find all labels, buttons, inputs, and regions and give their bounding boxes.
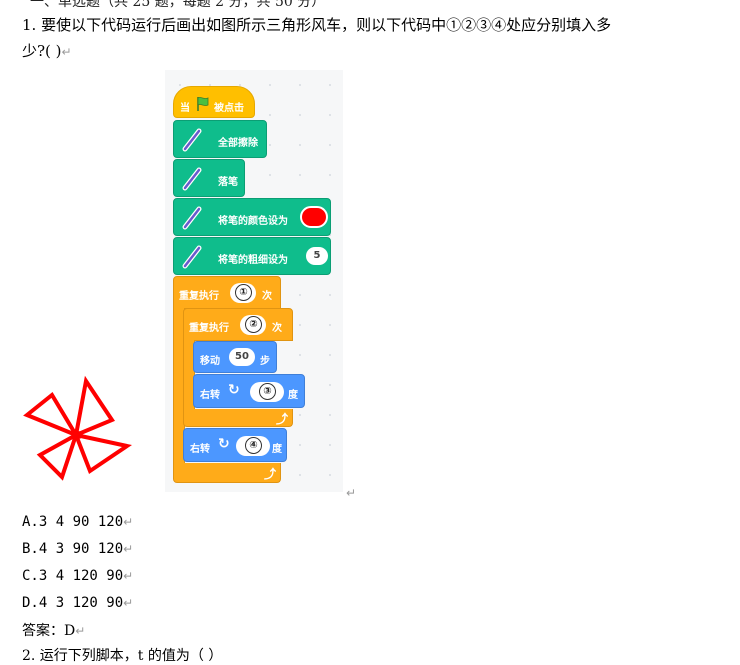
windmill-blade: [73, 375, 116, 439]
turn-right-label: 右转: [200, 390, 220, 401]
times-label: 次: [272, 323, 282, 334]
return-mark: ↵: [123, 569, 134, 583]
move-steps-block[interactable]: 移动 50 步: [193, 341, 277, 373]
when-flag-clicked-block[interactable]: 当 被点击: [173, 86, 255, 118]
set-pen-color-block[interactable]: 将笔的颜色设为: [173, 198, 331, 236]
green-flag-icon: [197, 97, 209, 111]
pen-color-swatch[interactable]: [300, 206, 328, 228]
windmill-blade: [72, 432, 132, 475]
set-color-label: 将笔的颜色设为: [218, 216, 288, 227]
slot-4-input[interactable]: ④: [245, 437, 262, 454]
option-b-text: B.4 3 90 120: [22, 541, 124, 557]
slot-2-input[interactable]: ②: [245, 316, 262, 333]
question-1-line-1: 1. 要使以下代码运行后画出如图所示三角形风车，则以下代码中①②③④处应分别填入…: [22, 12, 611, 38]
question-1-line-2: 少?( )↵: [22, 38, 72, 65]
steps-label: 步: [260, 356, 270, 367]
return-mark: ↵: [123, 596, 134, 610]
return-mark: ↵: [75, 624, 86, 638]
outer-repeat-foot: ⤴: [173, 463, 281, 483]
erase-all-block[interactable]: 全部擦除: [173, 120, 267, 158]
option-b[interactable]: B.4 3 90 120↵: [22, 541, 133, 557]
loop-arrow-icon: ⤴: [276, 412, 289, 426]
repeat-label: 重复执行: [179, 291, 219, 302]
return-mark: ↵: [346, 486, 357, 500]
clicked-label: 被点击: [214, 103, 244, 114]
option-c[interactable]: C.3 4 120 90↵: [22, 568, 133, 584]
return-mark: ↵: [61, 45, 72, 59]
turn-right-block-outer[interactable]: 右转 ↻ ④ 度: [183, 428, 287, 462]
when-label: 当: [180, 103, 190, 114]
option-d-text: D.4 3 120 90: [22, 595, 124, 611]
answer-line: 答案：D↵: [22, 620, 85, 640]
rotate-clockwise-icon: ↻: [228, 382, 240, 398]
degrees-label: 度: [288, 390, 298, 401]
pen-down-label: 落笔: [218, 177, 238, 188]
question-2-fragment: 2. 运行下列脚本，t 的值为（ ）: [22, 648, 223, 664]
pen-down-block[interactable]: 落笔: [173, 159, 245, 197]
windmill-blade: [23, 392, 81, 440]
set-pen-size-block[interactable]: 将笔的粗细设为 5: [173, 237, 331, 275]
option-a-text: A.3 4 90 120: [22, 514, 124, 530]
section-header: 一、单选题（共 25 题，每题 2 分，共 50 分）: [30, 0, 326, 10]
pen-icon: [182, 245, 202, 269]
turn-right-label: 右转: [190, 444, 210, 455]
pen-size-input[interactable]: 5: [306, 247, 328, 265]
inner-repeat-block[interactable]: 重复执行 ② 次: [183, 308, 293, 341]
times-label: 次: [262, 291, 272, 302]
windmill-figure: [23, 375, 132, 481]
set-size-label: 将笔的粗细设为: [218, 255, 288, 266]
pen-icon: [182, 206, 202, 230]
question-1-text: 1. 要使以下代码运行后画出如图所示三角形风车，则以下代码中①②③④处应分别填入…: [22, 16, 612, 34]
option-d[interactable]: D.4 3 120 90↵: [22, 595, 133, 611]
option-c-text: C.3 4 120 90: [22, 568, 124, 584]
outer-repeat-block[interactable]: 重复执行 ① 次: [173, 276, 281, 309]
return-mark: ↵: [123, 515, 134, 529]
pen-icon: [182, 167, 202, 191]
inner-repeat-foot: ⤴: [183, 409, 293, 427]
slot-1-input[interactable]: ①: [235, 284, 252, 301]
slot-3-input[interactable]: ③: [259, 383, 276, 400]
turn-right-block[interactable]: 右转 ↻ ③ 度: [193, 374, 305, 408]
repeat-label: 重复执行: [189, 323, 229, 334]
loop-arrow-icon: ⤴: [264, 467, 277, 481]
question-1-text-2: 少?( ): [22, 42, 62, 60]
scratch-code-panel: 当 被点击 全部擦除 落笔 将笔的颜色设为 将笔的粗细设为 5 重复执行 ① 次…: [165, 70, 343, 492]
answer-text: 答案：D: [22, 623, 76, 639]
rotate-clockwise-icon: ↻: [218, 436, 230, 452]
return-mark: ↵: [123, 542, 134, 556]
option-a[interactable]: A.3 4 90 120↵: [22, 514, 133, 530]
pen-icon: [182, 128, 202, 152]
windmill-blade: [36, 430, 80, 481]
degrees-label: 度: [272, 444, 282, 455]
erase-all-label: 全部擦除: [218, 138, 258, 149]
move-label: 移动: [200, 356, 220, 367]
move-steps-input[interactable]: 50: [229, 348, 255, 366]
